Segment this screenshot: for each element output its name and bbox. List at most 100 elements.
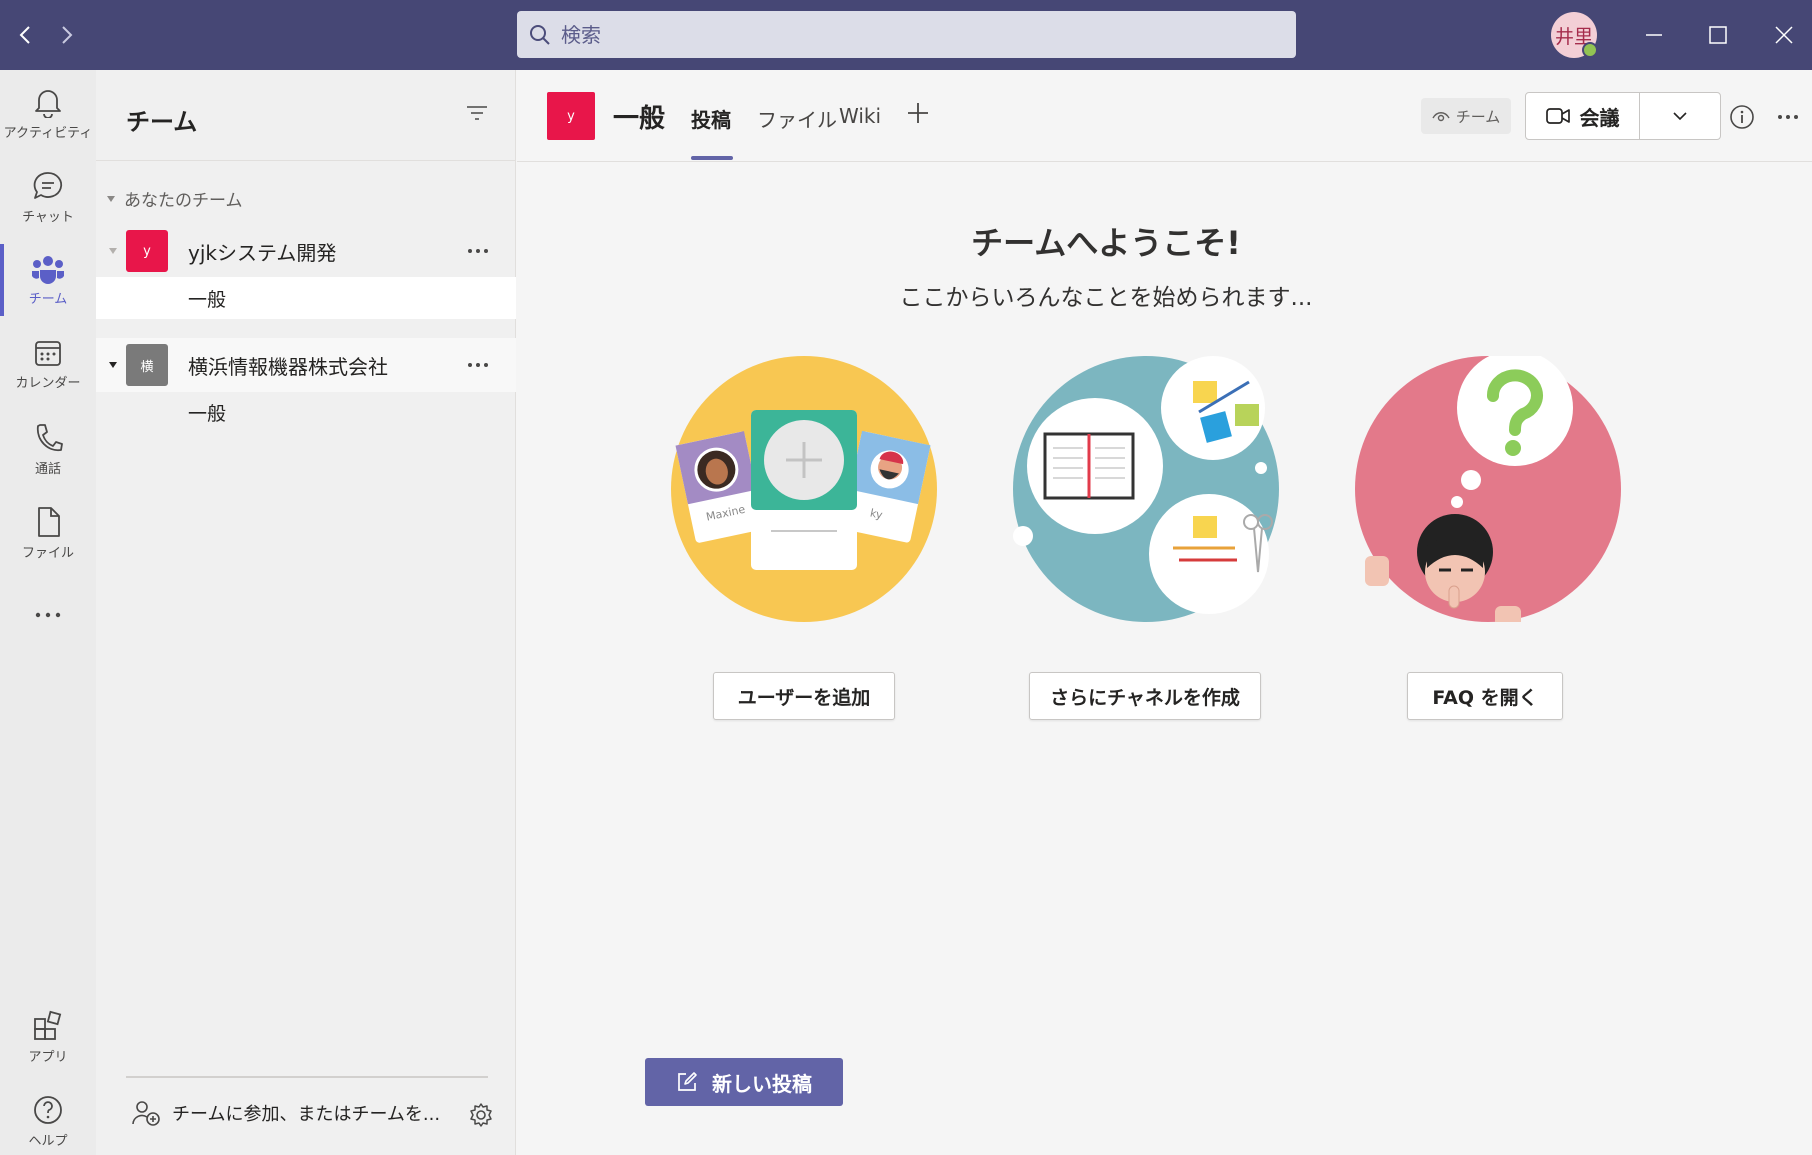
rail-label: アクティビティ [3,126,93,141]
compose-icon [678,1072,697,1091]
tab-posts[interactable]: 投稿 [691,104,731,133]
channel-name: 一般 [188,402,227,425]
avatar[interactable]: 井里 [1551,12,1598,58]
filter-icon [467,106,487,120]
team-row-yokohama[interactable]: 横 横浜情報機器株式会社 [96,338,516,392]
team-visibility-chip[interactable]: チーム [1421,98,1511,134]
rail-item-apps[interactable]: アプリ [0,1010,96,1090]
welcome-title: チームへようこそ! [971,224,1241,262]
open-faq-button[interactable]: FAQ を開く [1407,672,1563,720]
meet-dropdown-button[interactable] [1640,93,1720,139]
calendar-icon [35,341,61,366]
rail-item-calls[interactable]: 通話 [0,422,96,502]
gear-icon [470,1103,492,1127]
presence-available-icon [1582,42,1598,58]
team-chip-label: チーム [1455,107,1501,126]
rail-item-teams[interactable]: チーム [0,254,96,334]
panel-title: チーム [126,108,198,136]
search-icon [530,24,550,45]
team-row-yjk[interactable]: y yjkシステム開発 [96,224,516,278]
forward-button[interactable] [52,20,82,50]
add-people-illustration: Maxine ky [671,356,937,622]
caret-down-icon [109,362,117,368]
manage-teams-button[interactable] [466,1100,496,1130]
rail-label: 通話 [34,462,61,477]
caret-down-icon [109,248,117,254]
welcome-subtitle: ここからいろんなことを始められます... [899,285,1313,311]
maximize-icon [1709,26,1727,44]
rail-item-activity[interactable]: アクティビティ [0,86,96,166]
main-content: y 一般 投稿 ファイル Wiki チーム 会議 チームへようこそ! ここからい… [517,70,1812,1155]
rail-item-files[interactable]: ファイル [0,506,96,586]
minimize-button[interactable] [1634,15,1674,55]
app-rail: アクティビティ チャット チーム カレンダー 通話 ファイル アプリ ヘルプ [0,70,96,1155]
channel-header: y 一般 投稿 ファイル Wiki チーム 会議 [517,70,1812,162]
caret-down-icon [107,195,115,202]
tab-wiki[interactable]: Wiki [839,104,881,128]
panel-bottom-divider [126,1076,488,1078]
your-teams-section[interactable]: あなたのチーム [106,186,243,211]
more-apps-icon [35,612,61,618]
search-input[interactable] [561,22,1261,47]
video-camera-icon [1545,108,1570,124]
section-label: あなたのチーム [124,191,243,211]
help-icon [34,1096,62,1124]
filter-button[interactable] [462,98,492,128]
channel-info-button[interactable] [1725,100,1759,134]
new-post-label: 新しい投稿 [712,1071,812,1096]
join-or-create-team[interactable]: チームに参加、またはチームを... [132,1100,440,1126]
faq-illustration [1355,356,1621,622]
channel-team-tile: y [547,92,595,140]
apps-icon [34,1010,62,1040]
chevron-left-icon [19,26,30,44]
team-name: 横浜情報機器株式会社 [188,354,388,379]
create-channels-illustration [1013,356,1279,622]
teams-panel: チーム あなたのチーム y yjkシステム開発 一般 横 横浜情報機器株式会社 … [96,70,516,1155]
rail-label: ファイル [21,546,74,561]
team-tile: 横 [126,344,168,386]
minimize-icon [1646,34,1662,36]
rail-label: ヘルプ [28,1134,68,1149]
channel-row-selected[interactable]: 一般 [96,277,516,319]
rail-item-help[interactable]: ヘルプ [0,1094,96,1155]
tab-files[interactable]: ファイル [757,104,837,133]
rail-label: チャット [22,210,74,225]
rail-label: アプリ [28,1050,68,1065]
meet-now-button[interactable]: 会議 [1526,93,1640,139]
add-tab-button[interactable] [903,98,933,128]
add-users-button[interactable]: ユーザーを追加 [713,672,895,720]
meet-button-group: 会議 [1525,92,1721,140]
back-button[interactable] [10,20,40,50]
active-tab-indicator [691,156,733,160]
channel-row[interactable]: 一般 [96,391,516,433]
team-more-button[interactable] [460,236,496,266]
plus-icon [908,103,928,123]
add-people-icon [132,1101,160,1126]
team-more-button[interactable] [460,350,496,380]
maximize-button[interactable] [1698,15,1738,55]
bell-icon [35,90,61,118]
info-icon [1730,105,1754,129]
rail-item-calendar[interactable]: カレンダー [0,338,96,418]
more-icon [468,363,488,367]
close-icon [1775,26,1793,44]
create-channel-button[interactable]: さらにチャネルを作成 [1029,672,1261,720]
chevron-down-icon [1673,112,1687,121]
rail-label: カレンダー [15,376,81,391]
close-button[interactable] [1764,15,1804,55]
meet-label: 会議 [1579,105,1620,130]
search-box[interactable] [517,11,1296,58]
more-icon [1778,115,1798,119]
rail-item-chat[interactable]: チャット [0,170,96,250]
channel-title: 一般 [613,104,666,134]
new-post-button[interactable]: 新しい投稿 [645,1058,843,1106]
teams-icon [32,256,64,284]
channel-more-button[interactable] [1771,100,1805,134]
team-tile: y [126,230,168,272]
title-bar: 井里 [0,0,1812,70]
panel-divider [96,160,516,161]
rail-item-more[interactable] [0,600,96,630]
chat-icon [33,172,63,199]
chevron-right-icon [62,26,73,44]
phone-icon [36,424,63,452]
